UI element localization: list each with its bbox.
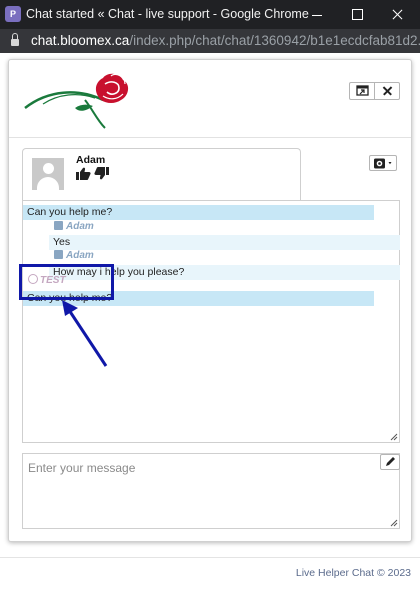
thumbs-up-icon[interactable] — [76, 167, 91, 180]
visitor-message: Can you help me? — [23, 205, 374, 220]
pencil-icon — [386, 457, 395, 466]
window-close-button[interactable] — [380, 0, 414, 29]
user-icon — [54, 250, 63, 259]
settings-icon — [374, 158, 392, 169]
operator-label: Adam — [54, 221, 94, 232]
url-path: /index.php/chat/chat/1360942/b1e1ecdcfab… — [129, 33, 420, 48]
avatar — [32, 158, 64, 190]
minimize-button[interactable] — [300, 0, 334, 29]
chat-header — [9, 60, 411, 138]
operator-label-text: Adam — [66, 221, 94, 232]
annotation-arrow-icon — [62, 300, 108, 367]
bloomex-rose-logo — [24, 73, 129, 129]
lock-icon[interactable] — [11, 33, 19, 46]
footer-divider — [0, 557, 420, 558]
thumbs-down-icon[interactable] — [94, 167, 109, 180]
expand-icon — [356, 85, 369, 96]
profile-icon: P — [5, 6, 21, 22]
address-bar[interactable]: chat.bloomex.ca/index.php/chat/chat/1360… — [0, 29, 420, 53]
operator-message: Yes — [49, 235, 400, 250]
close-chat-button[interactable] — [375, 83, 400, 99]
annotation-highlight-box — [19, 264, 114, 300]
operator-label: Adam — [54, 250, 94, 261]
footer-text: Live Helper Chat © 2023 — [295, 567, 411, 579]
url-host: chat.bloomex.ca — [31, 33, 130, 48]
browser-title-bar: P Chat started « Chat - live support - G… — [0, 0, 420, 29]
settings-button[interactable] — [369, 155, 397, 171]
window-title: Chat started « Chat - live support - Goo… — [26, 7, 309, 21]
operator-label-text: Adam — [66, 250, 94, 261]
maximize-button[interactable] — [340, 0, 374, 29]
expand-button[interactable] — [350, 83, 375, 99]
operator-name: Adam — [76, 154, 106, 166]
operator-card: Adam — [22, 148, 301, 200]
header-button-group — [349, 82, 400, 100]
url-text[interactable]: chat.bloomex.ca/index.php/chat/chat/1360… — [31, 33, 420, 48]
resize-grip-icon[interactable] — [390, 519, 398, 527]
user-icon — [54, 221, 63, 230]
message-input-placeholder: Enter your message — [28, 461, 136, 475]
message-input[interactable]: Enter your message — [22, 453, 400, 529]
edit-button[interactable] — [380, 454, 400, 470]
resize-grip-icon[interactable] — [390, 433, 398, 441]
